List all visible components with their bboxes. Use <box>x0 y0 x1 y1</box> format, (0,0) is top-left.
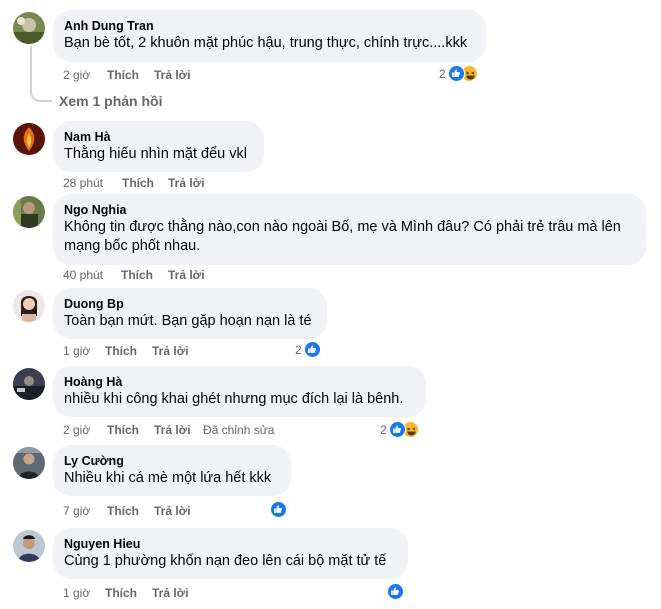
avatar[interactable] <box>13 196 45 228</box>
reaction-count: 2 <box>439 66 446 81</box>
comment-time[interactable]: 2 giờ <box>63 68 90 82</box>
like-button[interactable]: Thích <box>122 176 154 190</box>
comment-bubble: Nam Hà Thằng hiếu nhìn mặt đểu vkl <box>53 121 264 172</box>
comment-author[interactable]: Nguyen Hieu <box>64 536 396 552</box>
like-button[interactable]: Thích <box>121 268 153 282</box>
avatar[interactable] <box>13 368 45 400</box>
avatar[interactable] <box>13 12 45 44</box>
reply-button[interactable]: Trả lời <box>154 423 191 437</box>
comment-text: Thằng hiếu nhìn mặt đểu vkl <box>64 146 247 162</box>
comment-bubble: Anh Dung Tran Bạn bè tốt, 2 khuôn mặt ph… <box>53 10 486 62</box>
comment-bubble: Ly Cường Nhiều khi cá mè một lứa hết kkk <box>53 445 291 496</box>
comment-author[interactable]: Anh Dung Tran <box>64 18 474 34</box>
comment-time[interactable]: 1 giờ <box>63 586 90 600</box>
edited-label[interactable]: Đã chỉnh sửa <box>203 423 274 437</box>
reply-button[interactable]: Trả lời <box>152 586 189 600</box>
comment-time[interactable]: 1 giờ <box>63 344 90 358</box>
like-button[interactable]: Thích <box>105 586 137 600</box>
comment-text: Bạn bè tốt, 2 khuôn mặt phúc hậu, trung … <box>64 35 468 51</box>
comment-text-line-1: Không tin được thằng nào,con nào ngoài B… <box>64 219 621 235</box>
avatar[interactable] <box>13 290 45 322</box>
comment-time[interactable]: 28 phút <box>63 176 103 190</box>
comment-time[interactable]: 2 giờ <box>63 423 90 437</box>
comment-text: Nhiều khi cá mè một lứa hết kkk <box>64 470 272 486</box>
comment-text: nhiều khi công khai ghét nhưng mục đích … <box>64 391 404 407</box>
reply-button[interactable]: Trả lời <box>154 504 191 518</box>
comment-author[interactable]: Duong Bp <box>64 296 315 312</box>
like-icon <box>303 341 321 358</box>
comment-text: Cùng 1 phường khốn nạn đeo lên cái bộ mặ… <box>64 553 387 569</box>
comment-bubble: Hoàng Hà nhiều khi công khai ghét nhưng … <box>53 366 426 417</box>
like-icon <box>388 421 406 438</box>
reply-button[interactable]: Trả lời <box>154 68 191 82</box>
comment-author[interactable]: Hoàng Hà <box>64 374 414 390</box>
comment-text-line-2: mạng bốc phốt nhau. <box>64 238 201 254</box>
comment-bubble: Nguyen Hieu Cùng 1 phường khốn nạn đeo l… <box>53 528 408 579</box>
like-button[interactable]: Thích <box>107 504 139 518</box>
comment-bubble: Duong Bp Toàn bạn mứt. Bạn gặp hoạn nạn … <box>53 288 327 339</box>
reply-button[interactable]: Trả lời <box>168 268 205 282</box>
comment-author[interactable]: Ly Cường <box>64 453 279 469</box>
comment-author[interactable]: Ngo Nghia <box>64 202 634 218</box>
view-replies-link[interactable]: Xem 1 phản hồi <box>59 93 162 109</box>
reaction-summary[interactable]: 2 <box>380 421 419 438</box>
reaction-summary[interactable]: 2 <box>439 65 478 82</box>
reply-button[interactable]: Trả lời <box>168 176 205 190</box>
like-button[interactable]: Thích <box>107 423 139 437</box>
comment-bubble: Ngo Nghia Không tin được thằng nào,con n… <box>53 194 646 265</box>
comment-text: Toàn bạn mứt. Bạn gặp hoạn nạn là té <box>64 313 312 329</box>
like-button[interactable]: Thích <box>105 344 137 358</box>
reaction-count: 2 <box>380 422 387 437</box>
avatar[interactable] <box>13 123 45 155</box>
comment-time[interactable]: 7 giờ <box>63 504 90 518</box>
reaction-summary[interactable] <box>387 583 404 600</box>
like-icon <box>387 583 404 600</box>
avatar[interactable] <box>13 447 45 479</box>
reaction-summary[interactable]: 2 <box>295 341 321 358</box>
reply-thread-connector <box>30 46 52 102</box>
comment-time[interactable]: 40 phút <box>63 268 103 282</box>
like-icon <box>447 65 465 82</box>
reply-button[interactable]: Trả lời <box>152 344 189 358</box>
reaction-summary[interactable] <box>270 501 287 518</box>
like-button[interactable]: Thích <box>107 68 139 82</box>
like-icon <box>270 501 287 518</box>
avatar[interactable] <box>13 530 45 562</box>
comment-author[interactable]: Nam Hà <box>64 129 252 145</box>
reaction-count: 2 <box>295 342 302 357</box>
